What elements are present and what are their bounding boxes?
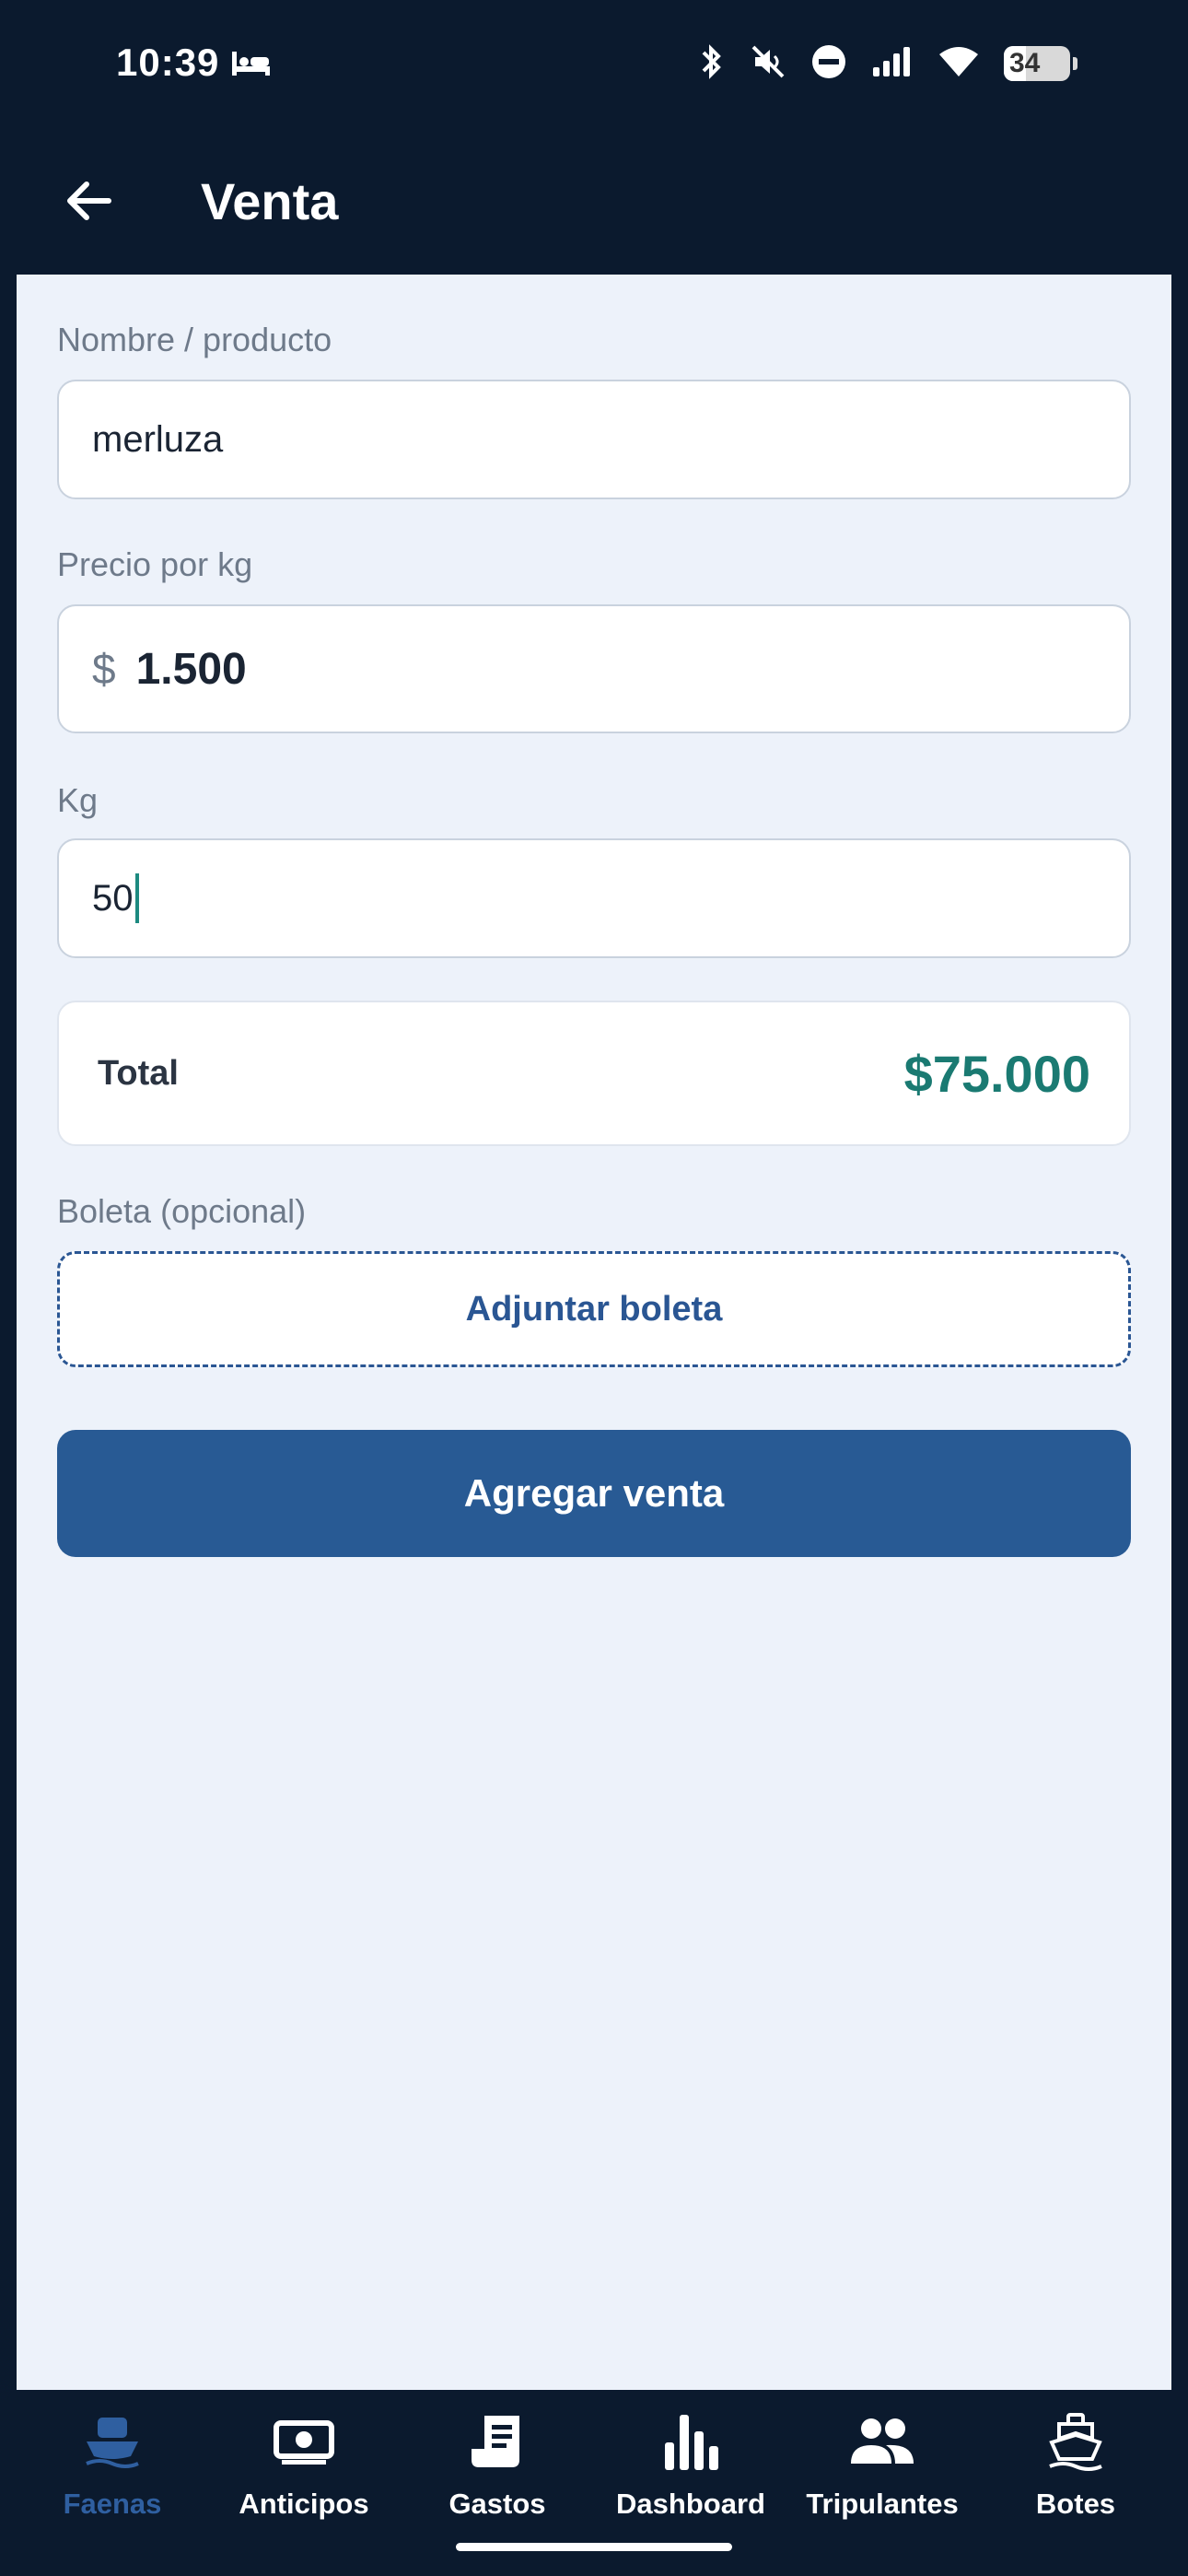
nav-label: Botes — [1035, 2488, 1116, 2520]
nav-item-gastos[interactable]: Gastos — [405, 2408, 589, 2537]
page-title: Venta — [201, 172, 339, 230]
product-name-input[interactable]: merluza — [57, 380, 1131, 499]
receipt-label: Boleta (opcional) — [57, 1192, 307, 1230]
ship-icon — [1049, 2413, 1102, 2471]
text-cursor — [134, 873, 139, 923]
money-icon — [274, 2420, 334, 2465]
nav-item-botes[interactable]: Botes — [984, 2408, 1168, 2537]
nav-item-tripulantes[interactable]: Tripulantes — [790, 2408, 974, 2537]
sale-form: Nombre / producto merluza Precio por kg … — [17, 275, 1171, 2390]
kg-label: Kg — [57, 781, 99, 819]
home-indicator[interactable] — [456, 2543, 732, 2551]
receipt-icon — [472, 2416, 519, 2467]
boat-icon — [86, 2418, 139, 2468]
arrow-left-icon — [67, 181, 111, 220]
nav-label: Tripulantes — [806, 2488, 959, 2520]
price-per-kg-input[interactable]: $ 1.500 — [57, 604, 1131, 733]
status-time: 10:39 — [116, 41, 220, 84]
nav-item-faenas[interactable]: Faenas — [20, 2408, 204, 2537]
sleep-mode-icon — [230, 48, 271, 84]
mute-icon — [750, 43, 786, 85]
battery-icon: 34 — [1004, 46, 1077, 81]
price-per-kg-value: 1.500 — [135, 644, 247, 694]
bottom-navigation: Faenas Anticipos Gastos Dashboard Tripul… — [0, 2390, 1188, 2576]
do-not-disturb-icon — [810, 43, 847, 85]
battery-level: 34 — [1009, 48, 1041, 78]
attach-receipt-button[interactable]: Adjuntar boleta — [57, 1251, 1131, 1367]
status-bar: 10:39 34 — [0, 0, 1188, 129]
nav-item-dashboard[interactable]: Dashboard — [599, 2408, 783, 2537]
kg-value: 50 — [92, 877, 134, 919]
total-card: Total $75.000 — [57, 1001, 1131, 1146]
total-label: Total — [98, 1053, 179, 1093]
product-name-value: merluza — [92, 418, 224, 460]
nav-label: Gastos — [448, 2488, 546, 2520]
currency-symbol: $ — [92, 645, 116, 693]
status-icons: 34 — [698, 41, 1077, 87]
total-value: $75.000 — [903, 1044, 1090, 1103]
nav-item-anticipos[interactable]: Anticipos — [212, 2408, 396, 2537]
app-bar: Venta — [0, 129, 1188, 275]
price-per-kg-label: Precio por kg — [57, 545, 253, 583]
nav-label: Faenas — [63, 2488, 162, 2520]
add-sale-button[interactable]: Agregar venta — [57, 1430, 1131, 1557]
back-button[interactable] — [55, 168, 122, 234]
nav-label: Dashboard — [616, 2488, 765, 2520]
people-icon — [851, 2418, 914, 2464]
kg-input[interactable]: 50 — [57, 838, 1131, 958]
bar-chart-icon — [665, 2415, 718, 2470]
bluetooth-icon — [698, 43, 726, 85]
nav-label: Anticipos — [239, 2488, 369, 2520]
wifi-icon — [938, 45, 980, 83]
product-name-label: Nombre / producto — [57, 321, 332, 358]
signal-icon — [871, 45, 914, 83]
